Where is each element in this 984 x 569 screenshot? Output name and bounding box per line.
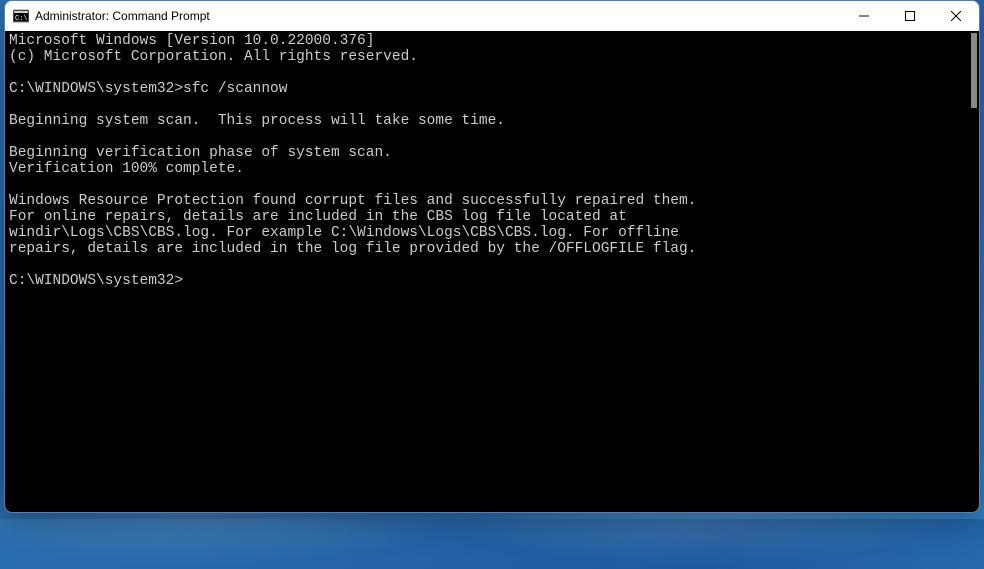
- terminal-line: windir\Logs\CBS\CBS.log. For example C:\…: [9, 225, 979, 241]
- terminal-line: [9, 129, 979, 145]
- minimize-button[interactable]: [841, 1, 887, 31]
- terminal-line: Windows Resource Protection found corrup…: [9, 193, 979, 209]
- terminal-line: Verification 100% complete.: [9, 161, 979, 177]
- terminal-line: For online repairs, details are included…: [9, 209, 979, 225]
- terminal-line: C:\WINDOWS\system32>sfc /scannow: [9, 81, 979, 97]
- svg-text:C:\: C:\: [15, 15, 28, 23]
- terminal-line: C:\WINDOWS\system32>: [9, 273, 979, 289]
- terminal-line: (c) Microsoft Corporation. All rights re…: [9, 49, 979, 65]
- terminal-line: [9, 177, 979, 193]
- window-controls: [841, 1, 979, 31]
- vertical-scrollbar[interactable]: [971, 33, 977, 108]
- terminal-line: Microsoft Windows [Version 10.0.22000.37…: [9, 33, 979, 49]
- terminal-line: Beginning verification phase of system s…: [9, 145, 979, 161]
- terminal-line: [9, 257, 979, 273]
- window-title: Administrator: Command Prompt: [35, 9, 841, 23]
- maximize-button[interactable]: [887, 1, 933, 31]
- close-button[interactable]: [933, 1, 979, 31]
- terminal-line: Beginning system scan. This process will…: [9, 113, 979, 129]
- terminal-output: Microsoft Windows [Version 10.0.22000.37…: [5, 31, 979, 289]
- terminal-line: [9, 97, 979, 113]
- cmd-icon: C:\: [13, 8, 29, 24]
- terminal-area[interactable]: Microsoft Windows [Version 10.0.22000.37…: [5, 31, 979, 512]
- terminal-line: repairs, details are included in the log…: [9, 241, 979, 257]
- command-prompt-window: C:\ Administrator: Command Prompt Micros…: [4, 0, 980, 513]
- titlebar[interactable]: C:\ Administrator: Command Prompt: [5, 1, 979, 31]
- terminal-line: [9, 65, 979, 81]
